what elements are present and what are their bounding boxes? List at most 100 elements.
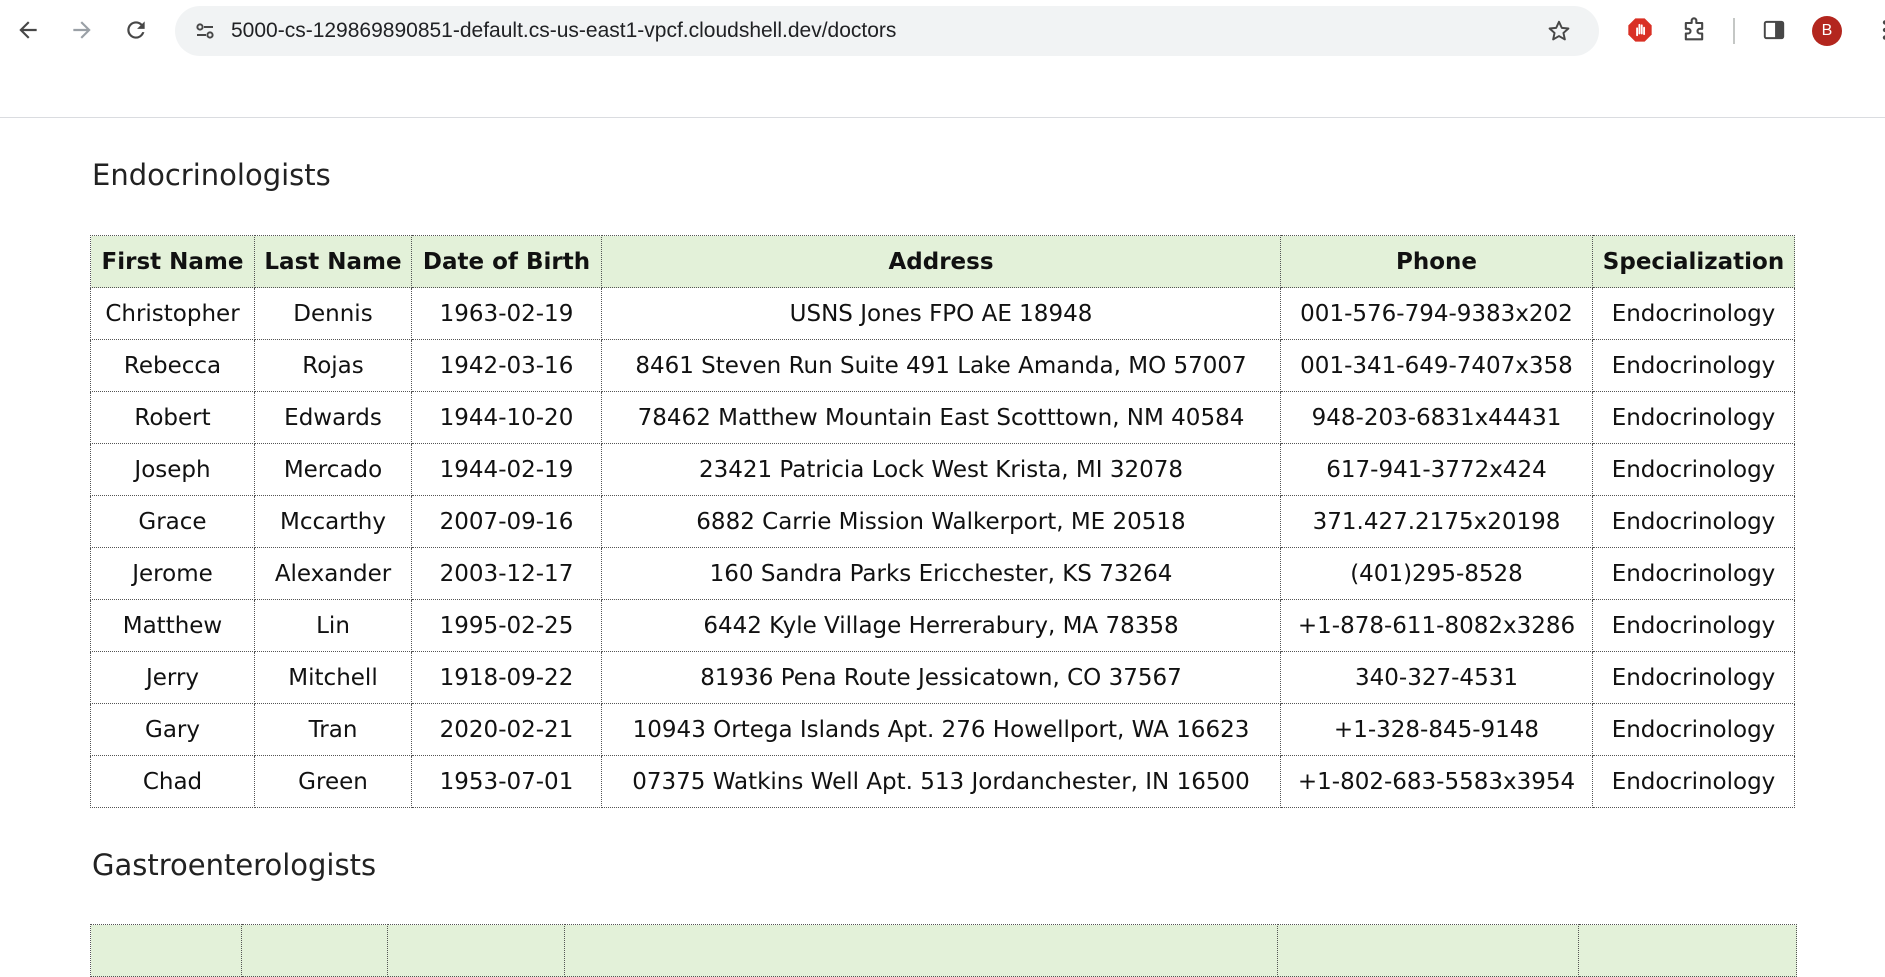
cell-phone: 340-327-4531 bbox=[1280, 651, 1593, 704]
cell-phone: 001-341-649-7407x358 bbox=[1280, 339, 1593, 392]
table-row: Joseph Mercado 1944-02-19 23421 Patricia… bbox=[90, 443, 1795, 496]
cell-date-of-birth: 1995-02-25 bbox=[411, 599, 602, 652]
table-row: Chad Green 1953-07-01 07375 Watkins Well… bbox=[90, 755, 1795, 808]
url-text[interactable]: 5000-cs-129869890851-default.cs-us-east1… bbox=[231, 6, 896, 56]
column-header-last-name: Last Name bbox=[254, 235, 412, 288]
cell-last-name: Edwards bbox=[254, 391, 412, 444]
reload-button[interactable] bbox=[116, 10, 156, 50]
cell-first-name: Chad bbox=[90, 755, 255, 808]
cell-specialization: Endocrinology bbox=[1592, 651, 1795, 704]
cell-specialization: Endocrinology bbox=[1592, 339, 1795, 392]
table-row: Robert Edwards 1944-10-20 78462 Matthew … bbox=[90, 391, 1795, 444]
cell-date-of-birth: 1944-10-20 bbox=[411, 391, 602, 444]
cell-last-name: Alexander bbox=[254, 547, 412, 600]
cell-phone: +1-802-683-5583x3954 bbox=[1280, 755, 1593, 808]
extension-adblock-button[interactable] bbox=[1622, 12, 1658, 48]
bookmark-star-button[interactable] bbox=[1543, 15, 1575, 47]
cell-phone: 948-203-6831x44431 bbox=[1280, 391, 1593, 444]
column-header bbox=[241, 924, 388, 977]
cell-last-name: Lin bbox=[254, 599, 412, 652]
column-header bbox=[1578, 924, 1797, 977]
more-menu-button[interactable] bbox=[1867, 12, 1885, 48]
cell-phone: +1-328-845-9148 bbox=[1280, 703, 1593, 756]
puzzle-icon bbox=[1684, 17, 1704, 41]
table-row: Gary Tran 2020-02-21 10943 Ortega Island… bbox=[90, 703, 1795, 756]
cell-first-name: Christopher bbox=[90, 287, 255, 340]
stop-hand-icon bbox=[1628, 18, 1652, 42]
header-divider bbox=[0, 117, 1885, 118]
cell-first-name: Jerry bbox=[90, 651, 255, 704]
arrow-right-icon bbox=[73, 21, 91, 39]
column-header bbox=[564, 924, 1278, 977]
cell-date-of-birth: 1963-02-19 bbox=[411, 287, 602, 340]
arrow-left-icon bbox=[19, 21, 37, 39]
section-title-endocrinologists: Endocrinologists bbox=[92, 158, 331, 192]
cell-phone: 617-941-3772x424 bbox=[1280, 443, 1593, 496]
cell-date-of-birth: 1942-03-16 bbox=[411, 339, 602, 392]
toolbar-separator bbox=[1733, 18, 1735, 44]
table-row: Matthew Lin 1995-02-25 6442 Kyle Village… bbox=[90, 599, 1795, 652]
cell-first-name: Jerome bbox=[90, 547, 255, 600]
cell-address: USNS Jones FPO AE 18948 bbox=[601, 287, 1281, 340]
site-info-button[interactable] bbox=[187, 13, 223, 49]
column-header-first-name: First Name bbox=[90, 235, 255, 288]
cell-date-of-birth: 1953-07-01 bbox=[411, 755, 602, 808]
cell-specialization: Endocrinology bbox=[1592, 391, 1795, 444]
cell-address: 81936 Pena Route Jessicatown, CO 37567 bbox=[601, 651, 1281, 704]
table-header-row: First Name Last Name Date of Birth Addre… bbox=[90, 235, 1795, 288]
table-row: Jerome Alexander 2003-12-17 160 Sandra P… bbox=[90, 547, 1795, 600]
forward-button[interactable] bbox=[62, 10, 102, 50]
cell-address: 6442 Kyle Village Herrerabury, MA 78358 bbox=[601, 599, 1281, 652]
cell-specialization: Endocrinology bbox=[1592, 703, 1795, 756]
column-header-phone: Phone bbox=[1280, 235, 1593, 288]
gastroenterologists-table bbox=[90, 924, 1797, 977]
cell-specialization: Endocrinology bbox=[1592, 287, 1795, 340]
cell-date-of-birth: 2020-02-21 bbox=[411, 703, 602, 756]
cell-specialization: Endocrinology bbox=[1592, 495, 1795, 548]
cell-address: 10943 Ortega Islands Apt. 276 Howellport… bbox=[601, 703, 1281, 756]
tune-icon bbox=[196, 23, 214, 39]
cell-last-name: Tran bbox=[254, 703, 412, 756]
endocrinologists-table-body: Christopher Dennis 1963-02-19 USNS Jones… bbox=[90, 287, 1795, 808]
side-panel-icon bbox=[1763, 20, 1785, 40]
cell-last-name: Mercado bbox=[254, 443, 412, 496]
extensions-button[interactable] bbox=[1676, 12, 1712, 48]
cell-address: 07375 Watkins Well Apt. 513 Jordancheste… bbox=[601, 755, 1281, 808]
address-bar[interactable]: 5000-cs-129869890851-default.cs-us-east1… bbox=[175, 6, 1599, 56]
section-title-gastroenterologists: Gastroenterologists bbox=[92, 848, 377, 882]
cell-date-of-birth: 1918-09-22 bbox=[411, 651, 602, 704]
cell-specialization: Endocrinology bbox=[1592, 755, 1795, 808]
column-header-specialization: Specialization bbox=[1592, 235, 1795, 288]
column-header bbox=[387, 924, 565, 977]
table-row: Grace Mccarthy 2007-09-16 6882 Carrie Mi… bbox=[90, 495, 1795, 548]
profile-avatar[interactable]: B bbox=[1812, 16, 1842, 46]
side-panel-button[interactable] bbox=[1756, 12, 1792, 48]
cell-last-name: Green bbox=[254, 755, 412, 808]
column-header-date-of-birth: Date of Birth bbox=[411, 235, 602, 288]
table-header-row bbox=[90, 924, 1797, 977]
cell-phone: +1-878-611-8082x3286 bbox=[1280, 599, 1593, 652]
cell-address: 23421 Patricia Lock West Krista, MI 3207… bbox=[601, 443, 1281, 496]
star-icon bbox=[1548, 20, 1570, 41]
cell-date-of-birth: 2003-12-17 bbox=[411, 547, 602, 600]
column-header-address: Address bbox=[601, 235, 1281, 288]
back-button[interactable] bbox=[8, 10, 48, 50]
cell-first-name: Joseph bbox=[90, 443, 255, 496]
more-vert-icon bbox=[1882, 20, 1885, 40]
cell-date-of-birth: 1944-02-19 bbox=[411, 443, 602, 496]
browser-toolbar: 5000-cs-129869890851-default.cs-us-east1… bbox=[0, 0, 1885, 62]
cell-last-name: Dennis bbox=[254, 287, 412, 340]
column-header bbox=[1277, 924, 1579, 977]
reload-icon bbox=[127, 21, 145, 39]
cell-first-name: Grace bbox=[90, 495, 255, 548]
cell-phone: 371.427.2175x20198 bbox=[1280, 495, 1593, 548]
cell-address: 78462 Matthew Mountain East Scotttown, N… bbox=[601, 391, 1281, 444]
cell-first-name: Rebecca bbox=[90, 339, 255, 392]
cell-first-name: Matthew bbox=[90, 599, 255, 652]
cell-specialization: Endocrinology bbox=[1592, 599, 1795, 652]
table-row: Rebecca Rojas 1942-03-16 8461 Steven Run… bbox=[90, 339, 1795, 392]
table-row: Jerry Mitchell 1918-09-22 81936 Pena Rou… bbox=[90, 651, 1795, 704]
cell-address: 160 Sandra Parks Ericchester, KS 73264 bbox=[601, 547, 1281, 600]
cell-last-name: Rojas bbox=[254, 339, 412, 392]
cell-phone: (401)295-8528 bbox=[1280, 547, 1593, 600]
